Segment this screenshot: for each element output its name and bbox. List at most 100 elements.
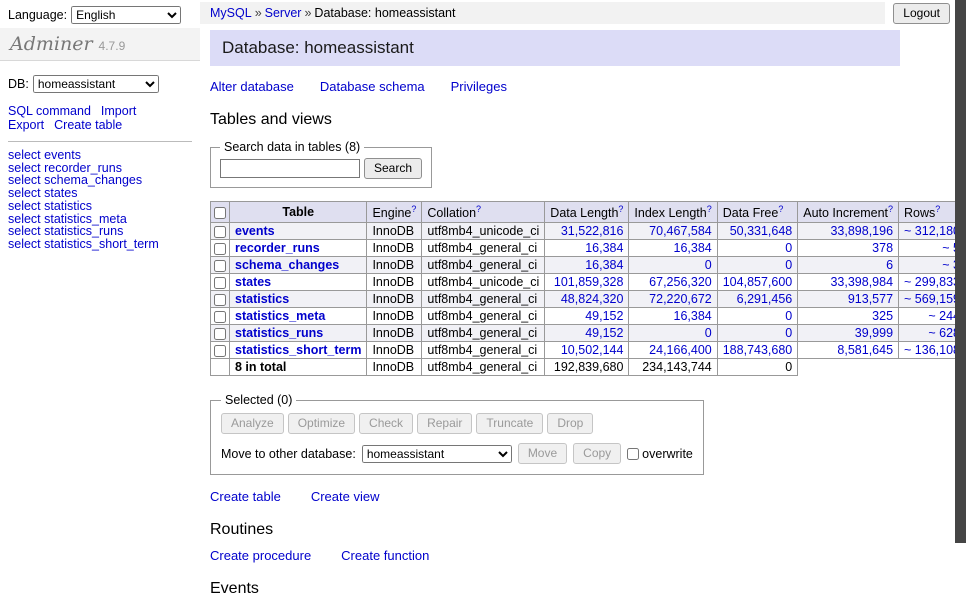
sql-command-link[interactable]: SQL command	[8, 104, 91, 118]
import-link[interactable]: Import	[101, 104, 136, 118]
data-length-link[interactable]: 31,522,816	[561, 224, 624, 238]
help-link[interactable]: ?	[707, 204, 712, 214]
truncate-button[interactable]: Truncate	[476, 413, 543, 434]
sidebar-table-link[interactable]: select statistics_short_term	[8, 238, 192, 251]
sidebar-table-link[interactable]: select states	[8, 187, 192, 200]
help-link[interactable]: ?	[618, 204, 623, 214]
index-length-link[interactable]: 16,384	[674, 241, 712, 255]
privileges-link[interactable]: Privileges	[451, 79, 507, 94]
data-free-link[interactable]: 0	[785, 258, 792, 272]
adminer-logo[interactable]: Adminer	[10, 33, 93, 55]
sidebar-table-link[interactable]: select statistics	[8, 200, 192, 213]
data-length-cell: 49,152	[545, 308, 629, 325]
help-link[interactable]: ?	[476, 204, 481, 214]
row-checkbox[interactable]	[214, 311, 226, 323]
data-length-cell: 16,384	[545, 257, 629, 274]
auto-increment-link[interactable]: 378	[872, 241, 893, 255]
auto-increment-link[interactable]: 8,581,645	[837, 343, 893, 357]
repair-button[interactable]: Repair	[417, 413, 472, 434]
row-checkbox[interactable]	[214, 345, 226, 357]
check-button[interactable]: Check	[359, 413, 413, 434]
create-function-link[interactable]: Create function	[341, 548, 429, 563]
row-checkbox[interactable]	[214, 294, 226, 306]
move-button[interactable]: Move	[518, 443, 567, 464]
alter-database-link[interactable]: Alter database	[210, 79, 294, 94]
database-schema-link[interactable]: Database schema	[320, 79, 425, 94]
rows-link[interactable]: ~ 299,833	[904, 275, 960, 289]
db-select[interactable]: homeassistant	[33, 75, 159, 93]
select-all-checkbox[interactable]	[214, 207, 226, 219]
sidebar-table-link[interactable]: select events	[8, 149, 192, 162]
data-length-link[interactable]: 48,824,320	[561, 292, 624, 306]
auto-increment-link[interactable]: 33,898,196	[830, 224, 893, 238]
search-input[interactable]	[220, 159, 360, 178]
index-length-link[interactable]: 24,166,400	[649, 343, 712, 357]
index-length-link[interactable]: 16,384	[674, 309, 712, 323]
data-free-link[interactable]: 0	[785, 326, 792, 340]
help-link[interactable]: ?	[888, 204, 893, 214]
copy-button[interactable]: Copy	[573, 443, 621, 464]
breadcrumb-mysql-link[interactable]: MySQL	[210, 6, 252, 20]
table-row: statisticsInnoDButf8mb4_general_ci48,824…	[211, 291, 966, 308]
create-table-link-sidebar[interactable]: Create table	[54, 118, 122, 132]
auto-increment-link[interactable]: 39,999	[855, 326, 893, 340]
create-table-link[interactable]: Create table	[210, 489, 281, 504]
auto-increment-link[interactable]: 6	[886, 258, 893, 272]
scrollbar-thumb[interactable]	[955, 0, 966, 543]
data-free-link[interactable]: 104,857,600	[723, 275, 793, 289]
export-link[interactable]: Export	[8, 118, 44, 132]
index-length-link[interactable]: 72,220,672	[649, 292, 712, 306]
index-length-link[interactable]: 70,467,584	[649, 224, 712, 238]
auto-increment-link[interactable]: 33,398,984	[830, 275, 893, 289]
rows-link[interactable]: ~ 136,108	[904, 343, 960, 357]
data-length-link[interactable]: 49,152	[585, 309, 623, 323]
create-procedure-link[interactable]: Create procedure	[210, 548, 311, 563]
data-free-link[interactable]: 188,743,680	[723, 343, 793, 357]
logout-button[interactable]: Logout	[893, 3, 950, 24]
overwrite-checkbox[interactable]	[627, 448, 639, 460]
rows-link[interactable]: ~ 569,159	[904, 292, 960, 306]
index-length-link[interactable]: 67,256,320	[649, 275, 712, 289]
index-length-link[interactable]: 0	[705, 326, 712, 340]
search-button[interactable]: Search	[364, 158, 422, 179]
data-length-link[interactable]: 10,502,144	[561, 343, 624, 357]
data-length-link[interactable]: 49,152	[585, 326, 623, 340]
scrollbar[interactable]	[955, 0, 966, 543]
auto-increment-cell: 325	[798, 308, 899, 325]
table-name-link[interactable]: events	[235, 224, 275, 238]
table-name-link[interactable]: statistics_short_term	[235, 343, 361, 357]
table-name-link[interactable]: statistics_meta	[235, 309, 325, 323]
data-free-link[interactable]: 0	[785, 309, 792, 323]
language-select[interactable]: English	[71, 6, 181, 24]
row-checkbox[interactable]	[214, 328, 226, 340]
table-name-link[interactable]: statistics	[235, 292, 289, 306]
table-name-link[interactable]: states	[235, 275, 271, 289]
row-checkbox[interactable]	[214, 260, 226, 272]
row-checkbox[interactable]	[214, 243, 226, 255]
data-free-link[interactable]: 6,291,456	[737, 292, 793, 306]
analyze-button[interactable]: Analyze	[221, 413, 284, 434]
row-checkbox[interactable]	[214, 277, 226, 289]
table-name-link[interactable]: recorder_runs	[235, 241, 320, 255]
help-link[interactable]: ?	[778, 204, 783, 214]
create-view-link[interactable]: Create view	[311, 489, 380, 504]
data-free-link[interactable]: 50,331,648	[730, 224, 793, 238]
help-link[interactable]: ?	[935, 204, 940, 214]
selected-legend: Selected (0)	[221, 393, 296, 407]
rows-link[interactable]: ~ 312,180	[904, 224, 960, 238]
breadcrumb-server-link[interactable]: Server	[265, 6, 302, 20]
index-length-link[interactable]: 0	[705, 258, 712, 272]
move-db-select[interactable]: homeassistant	[362, 445, 512, 463]
data-length-link[interactable]: 16,384	[585, 258, 623, 272]
data-free-link[interactable]: 0	[785, 241, 792, 255]
data-length-link[interactable]: 16,384	[585, 241, 623, 255]
table-name-link[interactable]: schema_changes	[235, 258, 339, 272]
table-name-link[interactable]: statistics_runs	[235, 326, 323, 340]
data-length-link[interactable]: 101,859,328	[554, 275, 624, 289]
help-link[interactable]: ?	[411, 204, 416, 214]
optimize-button[interactable]: Optimize	[288, 413, 355, 434]
drop-button[interactable]: Drop	[547, 413, 593, 434]
auto-increment-link[interactable]: 913,577	[848, 292, 893, 306]
row-checkbox[interactable]	[214, 226, 226, 238]
auto-increment-link[interactable]: 325	[872, 309, 893, 323]
